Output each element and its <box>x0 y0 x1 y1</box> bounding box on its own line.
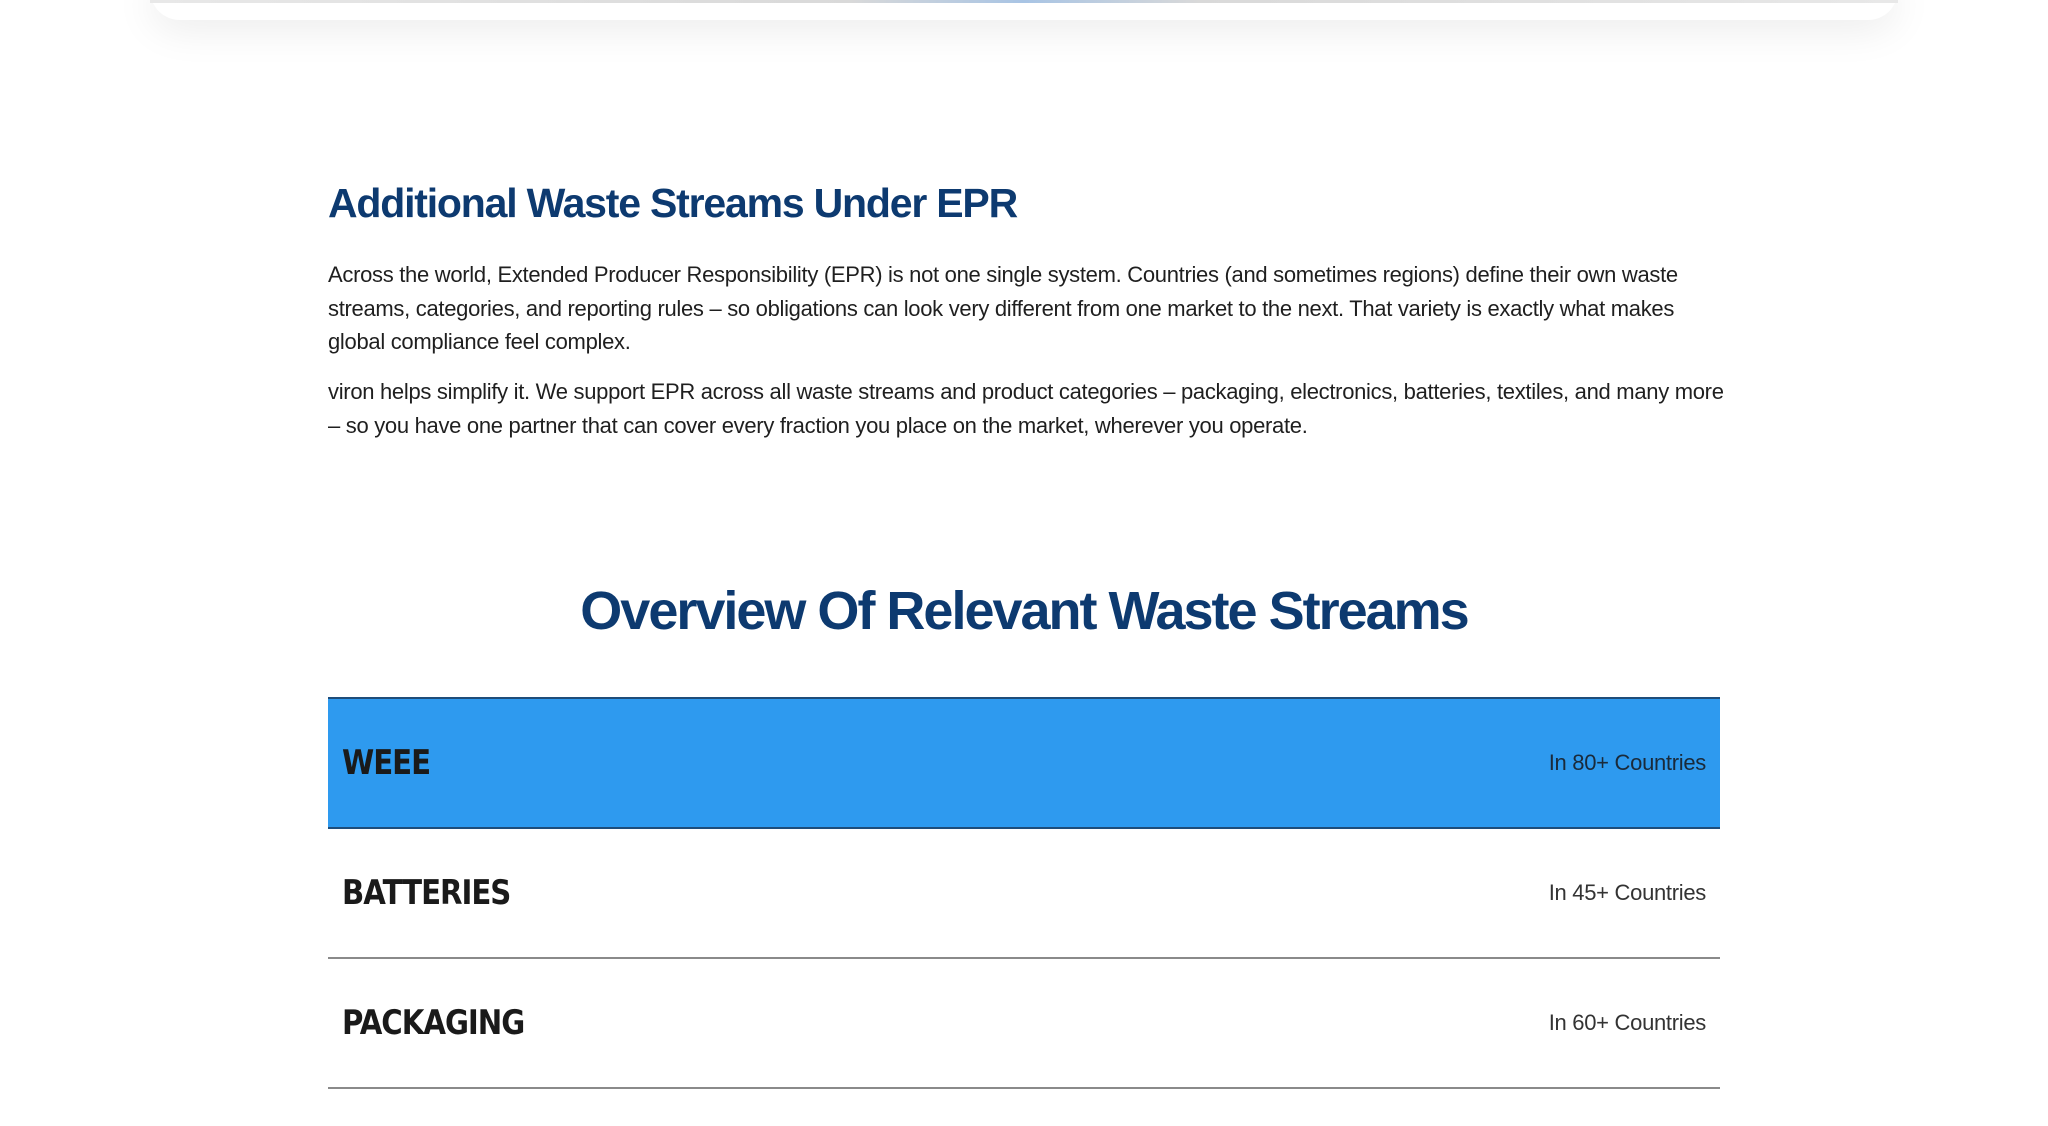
stream-country-count: In 45+ Countries <box>1548 880 1707 905</box>
stream-row-batteries[interactable]: BATTERIES In 45+ Countries <box>328 829 1720 959</box>
intro-paragraph-2: viron helps simplify it. We support EPR … <box>328 379 1724 438</box>
header-shadow <box>150 0 1898 20</box>
stream-name: PACKAGING <box>342 1003 525 1043</box>
stream-country-count: In 60+ Countries <box>1548 1010 1707 1035</box>
stream-name: WEEE <box>342 743 431 783</box>
section-title: Additional Waste Streams Under EPR <box>328 180 1018 226</box>
stream-row-packaging[interactable]: PACKAGING In 60+ Countries <box>328 959 1720 1089</box>
waste-stream-list: WEEE In 80+ Countries BATTERIES In 45+ C… <box>328 697 1720 1089</box>
stream-country-count: In 80+ Countries <box>1548 750 1707 775</box>
intro-paragraph-1: Across the world, Extended Producer Resp… <box>328 262 1678 354</box>
stream-name: BATTERIES <box>342 873 511 913</box>
stream-row-weee[interactable]: WEEE In 80+ Countries <box>328 699 1720 829</box>
overview-title: Overview Of Relevant Waste Streams <box>580 581 1469 641</box>
